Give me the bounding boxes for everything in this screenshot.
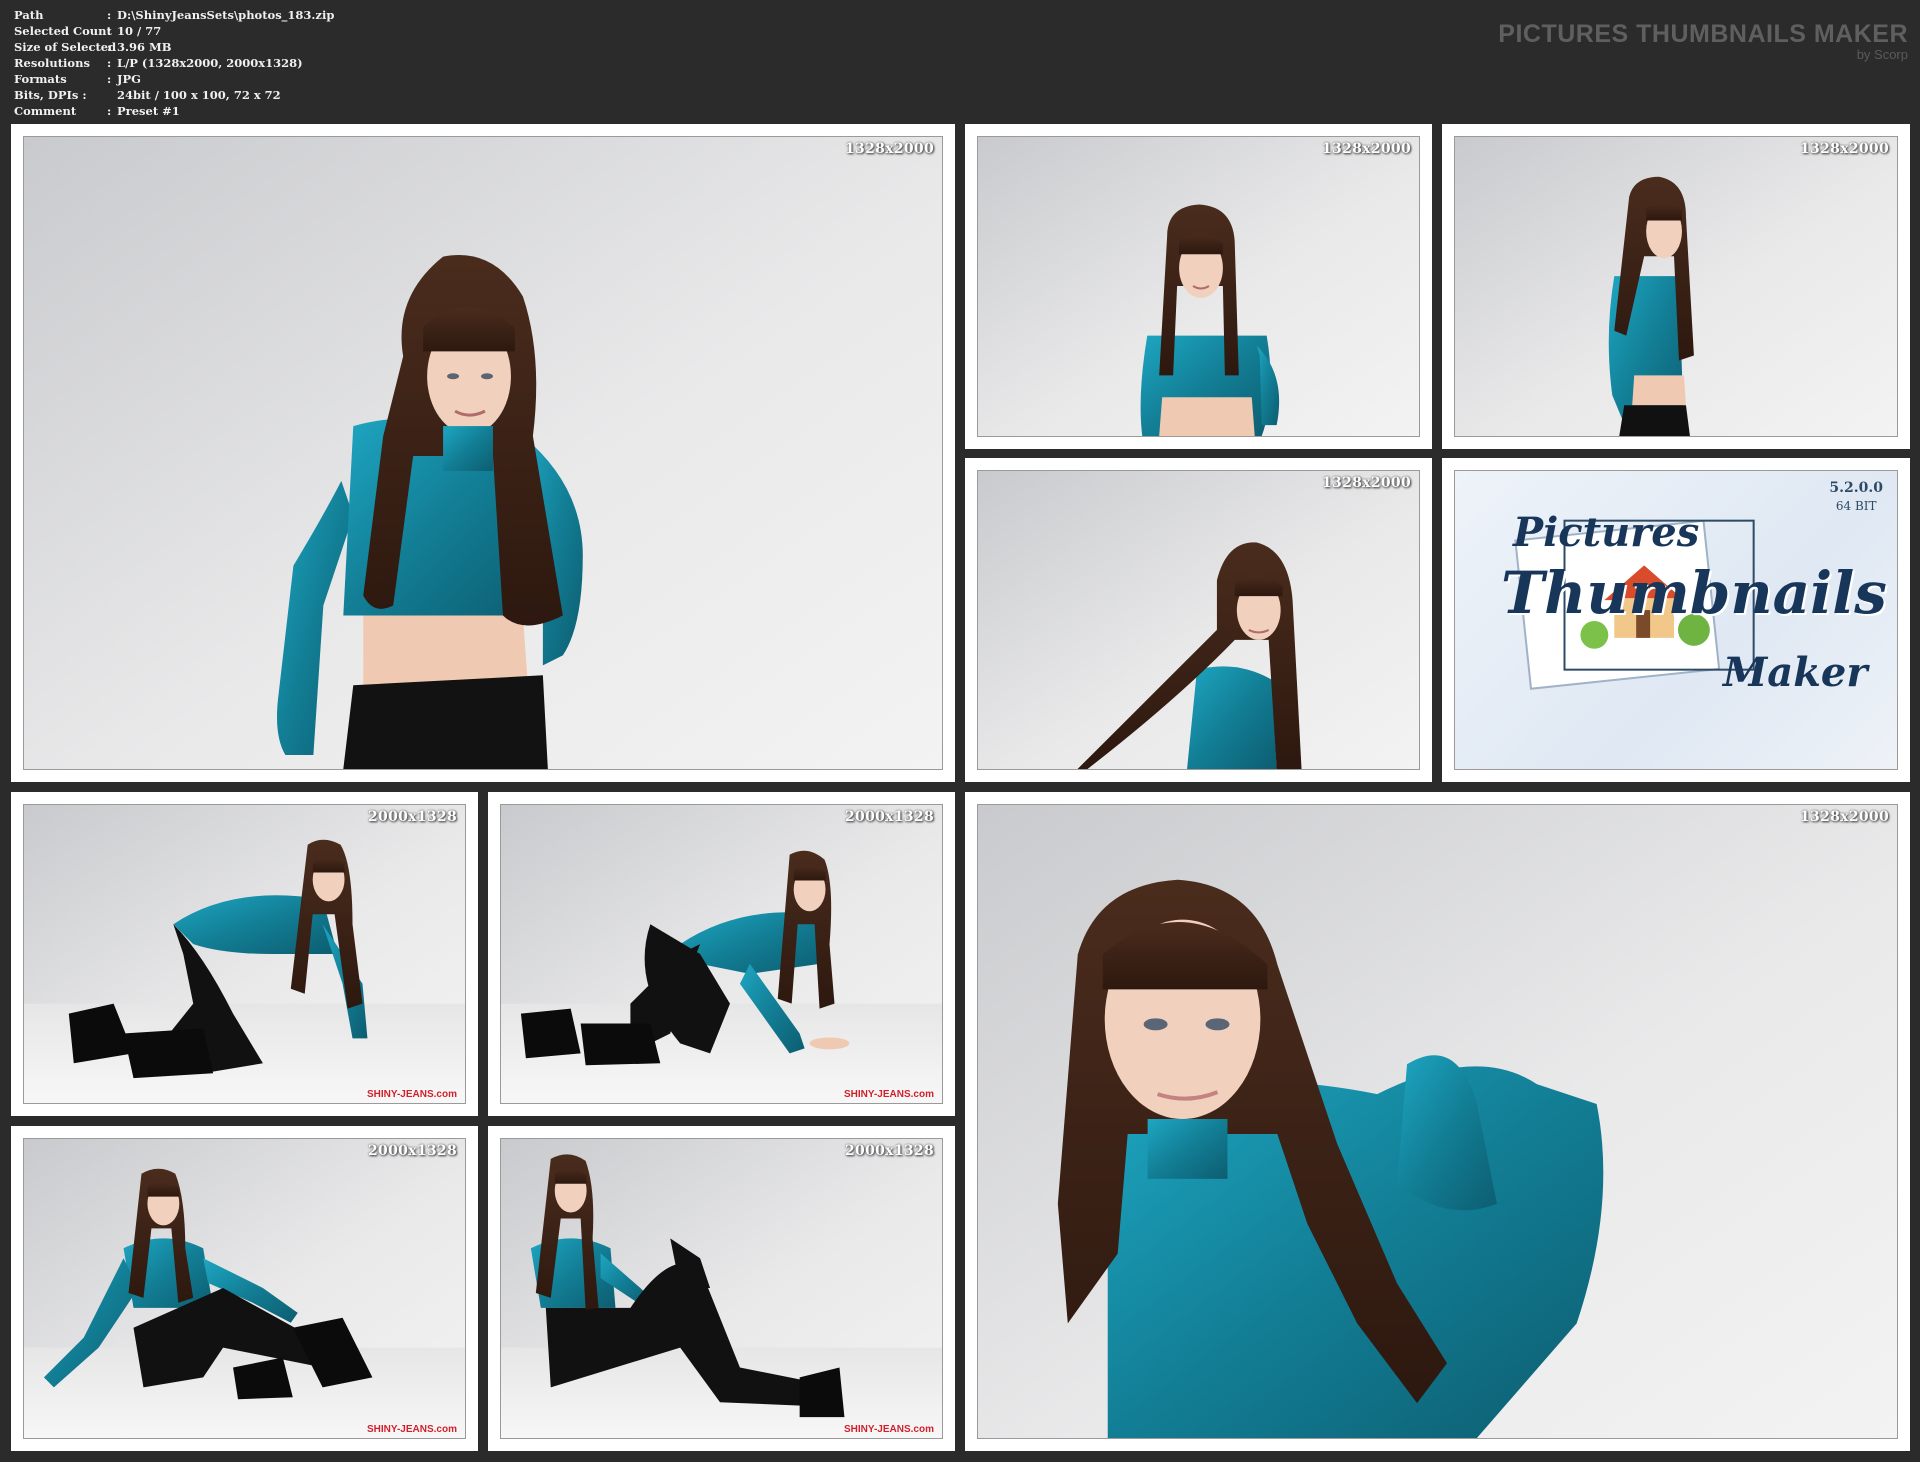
info-label: Formats	[14, 72, 67, 86]
watermark: SHINY-JEANS.com	[366, 1424, 457, 1435]
resolution-label: 2000x1328	[845, 1143, 934, 1159]
photo-portrait-smiling	[978, 137, 1419, 436]
info-row-selected-count: Selected Count : 10 / 77	[14, 23, 334, 39]
watermark: SHINY-JEANS.com	[366, 1089, 457, 1100]
info-label: Resolutions	[14, 56, 90, 70]
photo-sitting-legs-crossed	[24, 1139, 465, 1438]
info-value: D:\ShinyJeansSets\photos_183.zip	[117, 8, 335, 22]
watermark: SHINY-JEANS.com	[843, 1089, 934, 1100]
app-logo: 5.2.0.0 64 BIT Pictures Thumbnails Maker	[1454, 470, 1898, 770]
resolution-label: 1328x2000	[1322, 475, 1411, 491]
info-separator: :	[107, 40, 112, 54]
thumbnail-image: 1328x2000	[977, 136, 1420, 437]
photo-sitting-knee-up	[501, 1139, 942, 1438]
brand-block: PICTURES THUMBNAILS MAKER by Scorp	[1498, 20, 1908, 62]
file-info-panel: Path : D:\ShinyJeansSets\photos_183.zip …	[14, 7, 334, 119]
thumbnail-image: 2000x1328 SHINY-JEANS.com	[500, 804, 943, 1104]
info-separator	[107, 87, 117, 103]
brand-author: by Scorp	[1856, 47, 1908, 62]
version-number: 5.2.0.0	[1829, 480, 1883, 496]
thumbnail-image: 1328x2000	[977, 470, 1420, 770]
thumbnail-image: 1328x2000	[977, 804, 1898, 1439]
thumbnail-7[interactable]: 1328x2000	[965, 792, 1910, 1451]
app-logo-tile: 5.2.0.0 64 BIT Pictures Thumbnails Maker	[1442, 458, 1910, 782]
thumbnail-2[interactable]: 1328x2000	[965, 124, 1432, 449]
info-header: Path : D:\ShinyJeansSets\photos_183.zip …	[0, 0, 1920, 122]
thumbnail-image: 1328x2000	[23, 136, 943, 770]
info-label: Selected Count	[14, 24, 112, 38]
logo-version: 5.2.0.0 64 BIT	[1829, 479, 1883, 515]
info-label: Bits, DPIs :	[14, 88, 87, 102]
info-value: 24bit / 100 x 100, 72 x 72	[117, 88, 281, 102]
thumbnail-image: 2000x1328 SHINY-JEANS.com	[23, 1138, 466, 1439]
thumbnail-image: 2000x1328 SHINY-JEANS.com	[23, 804, 466, 1104]
watermark: SHINY-JEANS.com	[843, 1424, 934, 1435]
resolution-label: 1328x2000	[1322, 141, 1411, 157]
info-label: Size of Selected	[14, 40, 117, 54]
info-separator: :	[107, 24, 112, 38]
thumbnail-image: 1328x2000	[1454, 136, 1898, 437]
photo-portrait-side	[1455, 137, 1897, 436]
logo-word-maker: Maker	[1723, 649, 1868, 696]
info-value: 10 / 77	[117, 24, 162, 38]
info-value: 3.96 MB	[117, 40, 172, 54]
thumbnail-4[interactable]: 1328x2000	[965, 458, 1432, 782]
photo-portrait-leaning	[978, 471, 1419, 769]
resolution-label: 1328x2000	[1800, 141, 1889, 157]
thumbnail-9[interactable]: 2000x1328 SHINY-JEANS.com	[488, 1126, 955, 1451]
resolution-label: 2000x1328	[368, 809, 457, 825]
info-row-comment: Comment : Preset #1	[14, 103, 334, 119]
info-row-path: Path : D:\ShinyJeansSets\photos_183.zip	[14, 7, 334, 23]
info-row-formats: Formats : JPG	[14, 71, 334, 87]
photo-kneeling-crawl	[24, 805, 465, 1103]
photo-all-fours	[501, 805, 942, 1103]
info-row-bits: Bits, DPIs : 24bit / 100 x 100, 72 x 72	[14, 87, 334, 103]
info-label: Comment	[14, 104, 77, 118]
resolution-label: 2000x1328	[368, 1143, 457, 1159]
info-separator: :	[107, 56, 112, 70]
resolution-label: 1328x2000	[845, 141, 934, 157]
info-separator: :	[107, 72, 112, 86]
info-row-resolutions: Resolutions : L/P (1328x2000, 2000x1328)	[14, 55, 334, 71]
photo-portrait-standing	[24, 137, 942, 769]
info-separator: :	[107, 104, 112, 118]
thumbnail-image: 2000x1328 SHINY-JEANS.com	[500, 1138, 943, 1439]
info-separator: :	[107, 8, 112, 22]
thumbnail-1[interactable]: 1328x2000	[11, 124, 955, 782]
version-bits: 64 BIT	[1835, 499, 1877, 513]
photo-closeup	[978, 805, 1897, 1438]
info-value: Preset #1	[117, 104, 180, 118]
info-value: L/P (1328x2000, 2000x1328)	[117, 56, 303, 70]
brand-title: PICTURES THUMBNAILS MAKER	[1498, 20, 1908, 48]
logo-word-pictures: Pictures	[1513, 509, 1700, 556]
info-row-size: Size of Selected : 3.96 MB	[14, 39, 334, 55]
logo-word-thumbnails: Thumbnails	[1501, 559, 1887, 627]
thumbnail-3[interactable]: 1328x2000	[1442, 124, 1910, 449]
thumbnail-6[interactable]: 2000x1328 SHINY-JEANS.com	[488, 792, 955, 1116]
resolution-label: 2000x1328	[845, 809, 934, 825]
thumbnail-8[interactable]: 2000x1328 SHINY-JEANS.com	[11, 1126, 478, 1451]
info-value: JPG	[117, 72, 141, 86]
info-label: Path	[14, 8, 44, 22]
thumbnail-5[interactable]: 2000x1328 SHINY-JEANS.com	[11, 792, 478, 1116]
resolution-label: 1328x2000	[1800, 809, 1889, 825]
